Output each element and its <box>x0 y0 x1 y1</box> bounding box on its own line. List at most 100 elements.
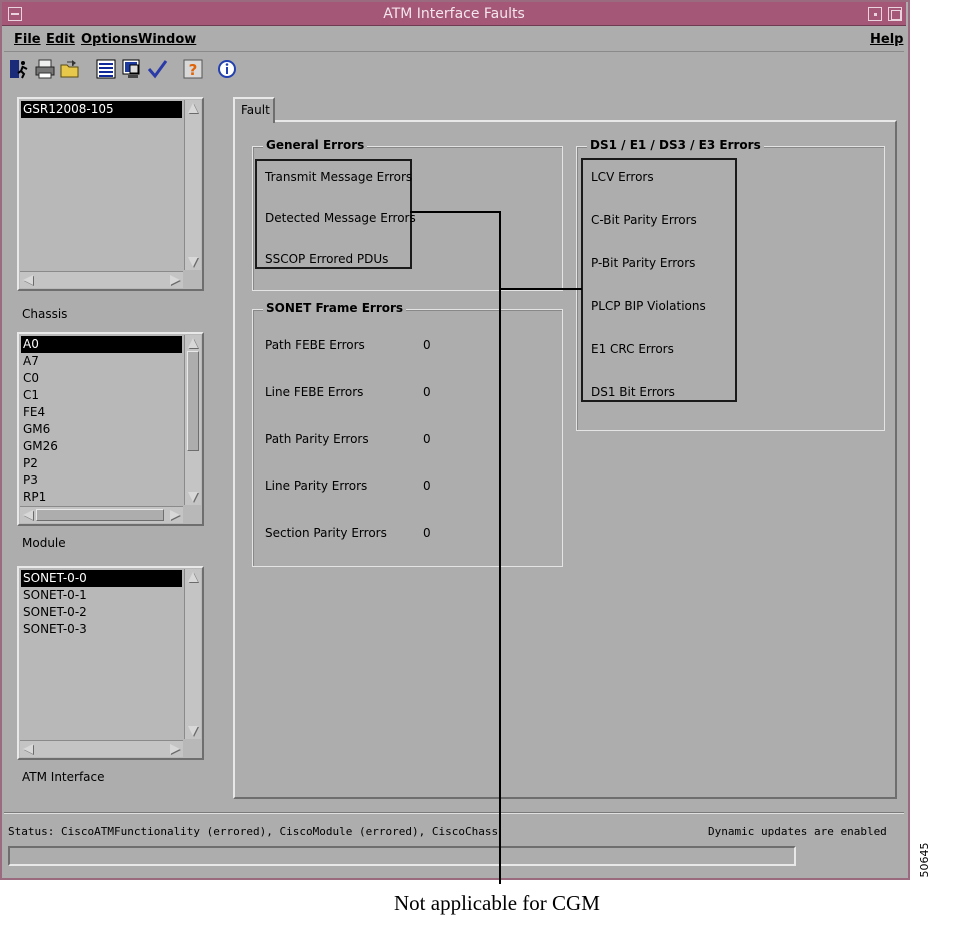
atm-interface-list-item[interactable]: SONET-0-2 <box>21 604 182 621</box>
transmit-message-errors-label: Transmit Message Errors <box>265 170 413 184</box>
p-bit-parity-errors-label: P-Bit Parity Errors <box>591 256 696 270</box>
callout-line <box>499 288 582 290</box>
atm-interface-list-item[interactable]: SONET-0-0 <box>21 570 182 587</box>
atm-interface-listbox[interactable]: SONET-0-0 SONET-0-1 SONET-0-2 SONET-0-3 <box>17 566 204 760</box>
general-errors-title: General Errors <box>263 138 368 152</box>
chassis-list-item[interactable]: GSR12008-105 <box>21 101 182 118</box>
line-febe-errors-value: 0 <box>423 385 431 399</box>
module-list: A0 A7 C0 C1 FE4 GM6 GM26 P2 P3 RP1 <box>21 336 182 504</box>
scroll-thumb[interactable] <box>187 351 199 451</box>
scroll-down-icon[interactable] <box>188 726 198 736</box>
menu-bar: File Edit Options Window Help <box>4 28 904 52</box>
chassis-label: Chassis <box>22 307 68 321</box>
detected-message-errors-label: Detected Message Errors <box>265 211 416 225</box>
scroll-down-icon[interactable] <box>188 492 198 502</box>
scroll-right-icon[interactable] <box>170 275 180 285</box>
line-febe-errors-label: Line FEBE Errors <box>265 385 364 399</box>
tab-join <box>235 118 273 122</box>
ds-e-errors-highlight-box <box>581 158 737 402</box>
menu-edit-label: Edit <box>46 32 75 47</box>
monitor-icon[interactable] <box>121 58 143 80</box>
scroll-right-icon[interactable] <box>170 744 180 754</box>
c-bit-parity-errors-label: C-Bit Parity Errors <box>591 213 697 227</box>
module-list-item[interactable]: FE4 <box>21 404 182 421</box>
callout-line <box>499 212 501 884</box>
ds1-bit-errors-label: DS1 Bit Errors <box>591 385 675 399</box>
scroll-thumb[interactable] <box>36 509 164 521</box>
menu-options-label: Options <box>81 32 138 47</box>
callout-text: Not applicable for CGM <box>394 891 600 915</box>
sscop-errored-pdus-label: SSCOP Errored PDUs <box>265 252 389 266</box>
module-vertical-scrollbar[interactable] <box>184 335 201 505</box>
svg-text:?: ? <box>189 61 198 79</box>
figure-id: 50645 <box>918 842 931 878</box>
path-febe-errors-label: Path FEBE Errors <box>265 338 365 352</box>
module-list-item[interactable]: C1 <box>21 387 182 404</box>
atm-interface-label: ATM Interface <box>22 770 105 784</box>
module-label: Module <box>22 536 66 550</box>
plcp-bip-violations-label: PLCP BIP Violations <box>591 299 706 313</box>
menu-file[interactable]: File <box>14 32 41 47</box>
module-list-item[interactable]: GM6 <box>21 421 182 438</box>
scroll-down-icon[interactable] <box>188 257 198 267</box>
list-icon[interactable] <box>95 58 117 80</box>
menu-edit[interactable]: Edit <box>46 32 75 47</box>
atm-interface-horizontal-scrollbar[interactable] <box>20 740 183 757</box>
chassis-listbox[interactable]: GSR12008-105 <box>17 97 204 291</box>
atm-interface-list-item[interactable]: SONET-0-1 <box>21 587 182 604</box>
tab-fault-label: Fault <box>241 103 270 117</box>
menu-options[interactable]: Options <box>81 32 138 47</box>
dynamic-updates-status: Dynamic updates are enabled <box>708 825 887 838</box>
menu-window-label: Window <box>138 32 197 47</box>
module-horizontal-scrollbar[interactable] <box>20 506 183 523</box>
module-list-item[interactable]: P3 <box>21 472 182 489</box>
status-message-field <box>8 846 796 866</box>
checkmark-icon[interactable] <box>146 58 168 80</box>
section-parity-errors-value: 0 <box>423 526 431 540</box>
module-listbox[interactable]: A0 A7 C0 C1 FE4 GM6 GM26 P2 P3 RP1 <box>17 332 204 526</box>
chassis-list: GSR12008-105 <box>21 101 182 269</box>
exit-icon[interactable] <box>8 58 30 80</box>
help-question-icon[interactable]: ? <box>182 58 204 80</box>
scroll-up-icon[interactable] <box>188 103 198 113</box>
chassis-vertical-scrollbar[interactable] <box>184 100 201 270</box>
chassis-horizontal-scrollbar[interactable] <box>20 271 183 288</box>
scroll-up-icon[interactable] <box>188 572 198 582</box>
menu-window[interactable]: Window <box>138 32 196 47</box>
module-list-item[interactable]: A0 <box>21 336 182 353</box>
lcv-errors-label: LCV Errors <box>591 170 654 184</box>
atm-interface-list-item[interactable]: SONET-0-3 <box>21 621 182 638</box>
e1-crc-errors-label: E1 CRC Errors <box>591 342 674 356</box>
scroll-left-icon[interactable] <box>23 275 33 285</box>
scroll-up-icon[interactable] <box>188 338 198 348</box>
title-bar: ATM Interface Faults <box>2 2 906 26</box>
printer-icon[interactable] <box>34 58 56 80</box>
line-parity-errors-value: 0 <box>423 479 431 493</box>
module-list-item[interactable]: C0 <box>21 370 182 387</box>
module-list-item[interactable]: A7 <box>21 353 182 370</box>
status-text: Status: CiscoATMFunctionality (errored),… <box>8 825 500 838</box>
menu-file-label: File <box>14 32 41 47</box>
path-parity-errors-value: 0 <box>423 432 431 446</box>
module-list-item[interactable]: P2 <box>21 455 182 472</box>
path-parity-errors-label: Path Parity Errors <box>265 432 369 446</box>
callout-line <box>410 211 501 213</box>
status-separator <box>4 812 904 814</box>
scroll-left-icon[interactable] <box>23 744 33 754</box>
minimize-icon[interactable] <box>868 7 882 21</box>
open-folder-icon[interactable] <box>59 58 81 80</box>
module-list-item[interactable]: GM26 <box>21 438 182 455</box>
maximize-icon[interactable] <box>888 7 902 21</box>
section-parity-errors-label: Section Parity Errors <box>265 526 387 540</box>
path-febe-errors-value: 0 <box>423 338 431 352</box>
scroll-left-icon[interactable] <box>23 510 33 520</box>
menu-help[interactable]: Help <box>870 32 903 47</box>
atm-interface-list: SONET-0-0 SONET-0-1 SONET-0-2 SONET-0-3 <box>21 570 182 738</box>
window-title: ATM Interface Faults <box>383 6 525 22</box>
ds-e-errors-title: DS1 / E1 / DS3 / E3 Errors <box>587 138 764 152</box>
scroll-right-icon[interactable] <box>170 510 180 520</box>
module-list-item[interactable]: RP1 <box>21 489 182 504</box>
sonet-frame-errors-title: SONET Frame Errors <box>263 301 407 315</box>
atm-interface-vertical-scrollbar[interactable] <box>184 569 201 739</box>
info-icon[interactable] <box>216 58 238 80</box>
